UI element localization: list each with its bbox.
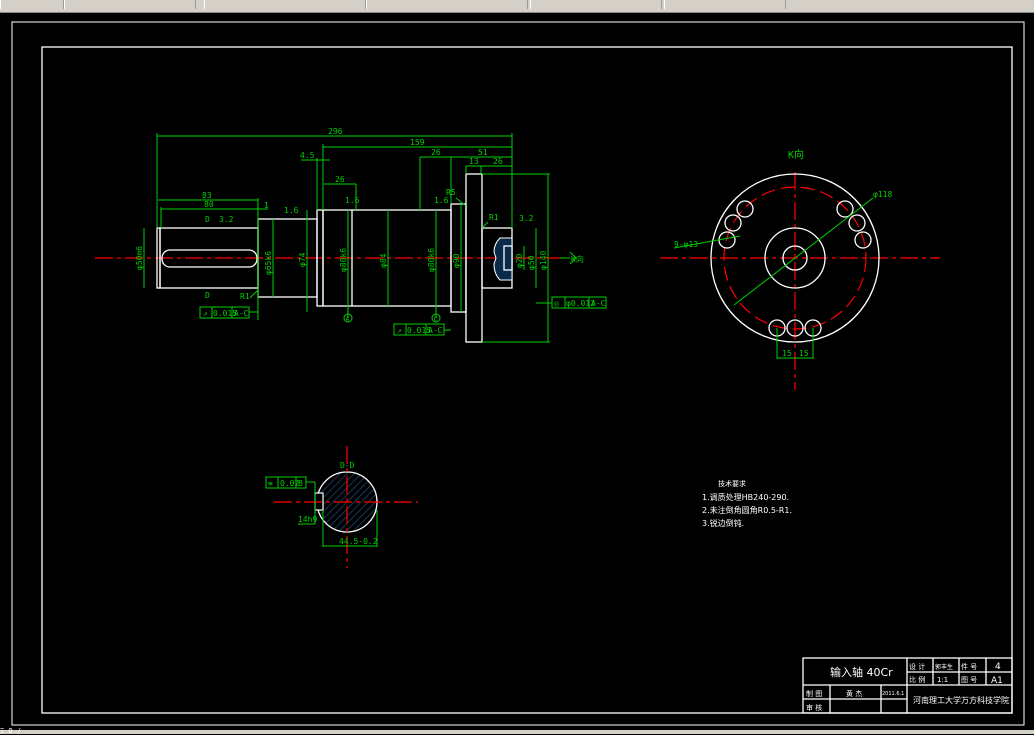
svg-text:审 核: 审 核: [806, 703, 822, 712]
outer-frame: [11, 21, 1025, 726]
roughness-symbol: 3.2: [519, 214, 534, 223]
dim-26: 26: [335, 175, 345, 184]
command-bar[interactable]: [0, 730, 1034, 734]
datum-a: A: [346, 316, 350, 323]
dim-26: 26: [493, 157, 503, 166]
diameter-label: φ50: [527, 255, 536, 270]
k-view: K向 9-φ13 φ118 15 15: [660, 148, 940, 390]
svg-text:A-C: A-C: [234, 309, 249, 318]
radius-r1: R1: [489, 213, 499, 222]
holes-label: 9-φ13: [674, 240, 698, 249]
roughness-symbol: 3.2: [219, 215, 234, 224]
dim-296: 296: [328, 127, 343, 136]
svg-text:2011.6.1: 2011.6.1: [882, 691, 904, 697]
school-name: 河南理工大学万方科技学院: [913, 695, 1009, 705]
svg-text:制 图: 制 图: [806, 689, 822, 698]
note-item: 3.锐边倒钝.: [702, 518, 744, 528]
view-arrow-k: K向: [571, 254, 584, 264]
diameter-label: φ80k6: [427, 248, 436, 272]
drawing-canvas[interactable]: 296 159 26 51 13 26 4.5 26 83 80 1 R5 R1…: [0, 0, 1034, 734]
spacing-label: 15: [799, 349, 809, 358]
diameter-label: φ90: [452, 253, 461, 268]
svg-text:郭丰生: 郭丰生: [935, 663, 953, 671]
hatched-recess: [493, 237, 513, 281]
diameter-label: φ140: [539, 251, 548, 270]
diameter-label: φ80k6: [339, 248, 348, 272]
tolerance-frame: ↗ 0.015 A-C: [199, 306, 258, 319]
shaft-main-view: [95, 173, 565, 343]
svg-text:设 计: 设 计: [909, 662, 925, 671]
depth-dim: 14h9: [298, 515, 317, 524]
diameter-label: φ50m6: [135, 246, 144, 270]
svg-text:A-C: A-C: [428, 326, 443, 335]
note-item: 2.未注倒角圆角R0.5-R1.: [702, 505, 792, 515]
diameter-label: φ65k6: [264, 251, 273, 275]
inner-frame: [41, 46, 1013, 714]
tolerance-frame: ◎ φ0.012 A-C: [536, 296, 607, 309]
width-dim: 44.5-0.2: [339, 537, 378, 546]
radius-r1: R1: [240, 292, 250, 301]
svg-text:B: B: [298, 479, 303, 488]
roughness-symbol: 1.6: [345, 196, 360, 205]
section-mark: D: [205, 291, 210, 300]
svg-text:4: 4: [995, 662, 1001, 672]
part-name: 输入轴 40Cr: [830, 665, 893, 679]
dim-4-5: 4.5: [300, 151, 315, 160]
dim-159: 159: [410, 138, 425, 147]
note-item: 1.调质处理HB240-290.: [702, 492, 789, 502]
section-mark: D: [205, 215, 210, 224]
dim-80: 80: [204, 200, 214, 209]
svg-text:A1: A1: [991, 676, 1003, 686]
spacing-label: 15: [782, 349, 792, 358]
svg-text:◎: ◎: [554, 299, 559, 308]
dim-51: 51: [478, 148, 488, 157]
roughness-symbol: 1.6: [284, 206, 299, 215]
diameter-label: φ84: [379, 253, 388, 268]
svg-text:↗: ↗: [203, 309, 208, 318]
k-view-title: K向: [788, 148, 804, 161]
main-dimensions: 296 159 26 51 13 26 4.5 26 83 80 1 R5 R1…: [135, 127, 607, 343]
section-d-d: D-D ≡ 0.02 B 14h9 44.5-0.2: [265, 446, 418, 568]
svg-text:件 号: 件 号: [961, 662, 977, 671]
diameter-label: φ20: [515, 253, 524, 268]
svg-text:0.02: 0.02: [280, 479, 299, 488]
diameter-label: φ74: [298, 252, 307, 267]
svg-text:比 例: 比 例: [909, 675, 925, 684]
notes-title: 技术要求: [718, 479, 746, 488]
svg-text:↗: ↗: [397, 326, 402, 335]
roughness-symbol: 1.6: [434, 196, 449, 205]
technical-notes: 技术要求 1.调质处理HB240-290. 2.未注倒角圆角R0.5-R1. 3…: [702, 479, 792, 528]
svg-text:≡: ≡: [268, 479, 273, 488]
dim-13: 13: [469, 157, 479, 166]
tolerance-frame: ↗ 0.015 A-C: [393, 323, 451, 336]
svg-text:A-C: A-C: [591, 299, 606, 308]
dim-83: 83: [202, 191, 212, 200]
svg-text:黄 杰: 黄 杰: [846, 689, 862, 698]
dim-26: 26: [431, 148, 441, 157]
bolt-circle-label: φ118: [873, 190, 892, 199]
svg-text:图 号: 图 号: [961, 676, 977, 684]
datum-c: C: [434, 316, 438, 323]
title-block: 输入轴 40Cr 设 计 郭丰生 件 号 4 比 例 1:1 图 号 A1 制 …: [802, 657, 1013, 714]
section-title: D-D: [340, 461, 355, 470]
svg-text:1:1: 1:1: [937, 676, 948, 684]
dim-1: 1: [264, 201, 269, 210]
